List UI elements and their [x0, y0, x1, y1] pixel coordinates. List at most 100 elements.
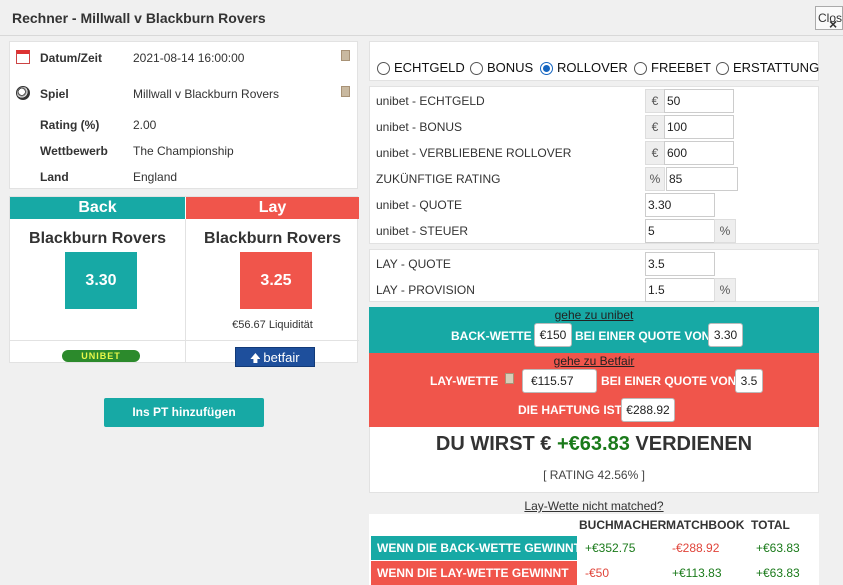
field-label: unibet - QUOTE: [376, 198, 463, 212]
currency-addon: €: [645, 89, 665, 113]
profit-suffix: VERDIENEN: [635, 433, 753, 455]
summary-table: BUCHMACHER MATCHBOOK TOTAL WENN DIE BACK…: [369, 514, 819, 585]
column-header: MATCHBOOK: [666, 518, 745, 532]
profit-result: DU WIRST € +€63.83 VERDIENEN [ RATING 42…: [369, 427, 819, 493]
field-label: unibet - STEUER: [376, 224, 469, 238]
result-rating: [ RATING 42.56% ]: [543, 468, 645, 482]
lay-odds-chip: 3.5: [735, 369, 763, 393]
lay-bet-bar: gehe zu Betfair LAY-WETTE €115.57 BEI EI…: [369, 353, 819, 427]
column-header: TOTAL: [751, 518, 790, 532]
goto-betfair-link[interactable]: gehe zu Betfair: [369, 354, 819, 368]
currency-addon: €: [645, 141, 665, 165]
lay-quote-input[interactable]: 3.5: [645, 252, 715, 276]
calendar-icon: [16, 50, 30, 64]
divider: [10, 340, 359, 341]
info-value: 2021-08-14 16:00:00: [133, 51, 245, 65]
lay-odds-button[interactable]: 3.25: [240, 252, 312, 309]
column-header: BUCHMACHER: [579, 518, 667, 532]
radio-circle[interactable]: [377, 62, 390, 75]
table-row: WENN DIE LAY-WETTE GEWINNT -€50 +€113.83…: [369, 561, 819, 585]
profit-headline: DU WIRST € +€63.83 VERDIENEN: [370, 433, 818, 456]
percent-addon: %: [714, 278, 736, 302]
liability-chip: €288.92: [621, 398, 675, 422]
radio-label: ERSTATTUNG: [733, 60, 820, 75]
row-echtgeld: unibet - ECHTGELD € 50: [370, 88, 818, 114]
total-value: +€63.83: [756, 566, 800, 580]
back-bet-label: BACK-WETTE: [451, 329, 532, 343]
bonus-input[interactable]: 100: [664, 115, 734, 139]
percent-addon: %: [714, 219, 736, 243]
info-key: Spiel: [40, 87, 69, 101]
back-team: Blackburn Rovers: [29, 230, 166, 247]
bookmaker-value: +€352.75: [585, 541, 636, 555]
info-key: Wettbewerb: [40, 144, 108, 158]
betfair-arrow-icon: [250, 353, 261, 363]
matchbook-value: +€113.83: [672, 566, 722, 580]
copy-icon[interactable]: [341, 86, 350, 97]
info-value: England: [133, 170, 178, 184]
mode-selector: ECHTGELD BONUS ROLLOVER FREEBET ERSTATTU…: [369, 41, 819, 81]
back-odds-label: BEI EINER QUOTE VON: [575, 329, 711, 343]
rollover-input[interactable]: 600: [664, 141, 734, 165]
bookmaker-form: unibet - ECHTGELD € 50 unibet - BONUS € …: [369, 86, 819, 244]
echtgeld-input[interactable]: 50: [664, 89, 734, 113]
field-label: unibet - BONUS: [376, 120, 463, 134]
field-label: ZUKÜNFTIGE RATING: [376, 172, 501, 186]
lay-team: Blackburn Rovers: [204, 230, 341, 247]
profit-prefix: DU WIRST €: [435, 433, 552, 455]
back-lay-panel: Back Lay Blackburn Rovers 3.30 Blackburn…: [9, 196, 359, 367]
lay-odds-label: BEI EINER QUOTE VON: [601, 374, 737, 388]
radio-label: FREEBET: [651, 60, 711, 75]
copy-icon[interactable]: [505, 373, 514, 384]
field-label: LAY - QUOTE: [376, 257, 451, 271]
radio-label: ROLLOVER: [557, 60, 628, 75]
info-key: Land: [40, 170, 69, 184]
radio-label: ECHTGELD: [394, 60, 465, 75]
copy-icon[interactable]: [341, 50, 350, 61]
info-row-competition: Wettbewerb The Championship: [10, 139, 357, 165]
info-value: 2.00: [133, 118, 157, 132]
radio-circle[interactable]: [716, 62, 729, 75]
back-odds-button[interactable]: 3.30: [65, 252, 137, 309]
table-row: WENN DIE BACK-WETTE GEWINNT +€352.75 -€2…: [369, 536, 819, 560]
field-label: LAY - PROVISION: [376, 283, 475, 297]
liability-label: DIE HAFTUNG IST: [518, 403, 622, 417]
lay-liquidity: €56.67 Liquidität: [232, 319, 313, 331]
profit-amount: +€63.83: [557, 433, 630, 455]
back-stake-chip: €150: [534, 323, 572, 347]
event-info-panel: Datum/Zeit 2021-08-14 16:00:00 Spiel Mil…: [9, 41, 358, 189]
info-row-rating: Rating (%) 2.00: [10, 113, 357, 139]
title-bar: Rechner - Millwall v Blackburn Rovers Cl…: [0, 0, 843, 36]
tax-input[interactable]: 5: [645, 219, 715, 243]
football-icon: [16, 86, 30, 100]
info-key: Datum/Zeit: [40, 51, 103, 65]
add-to-pt-button[interactable]: Ins PT hinzufügen: [104, 398, 264, 427]
unibet-logo[interactable]: UNIBET: [62, 350, 140, 362]
info-value: Millwall v Blackburn Rovers: [133, 87, 280, 101]
radio-circle-selected[interactable]: [540, 62, 553, 75]
lay-header: Lay: [186, 197, 359, 219]
betfair-logo-text: betfair: [263, 350, 300, 365]
radio-circle[interactable]: [470, 62, 483, 75]
row-tax: unibet - STEUER 5 %: [370, 218, 818, 244]
currency-addon: €: [645, 115, 665, 139]
goto-unibet-link[interactable]: gehe zu unibet: [369, 308, 819, 322]
row-lay-quote: LAY - QUOTE 3.5: [370, 251, 818, 277]
window-title: Rechner - Millwall v Blackburn Rovers: [12, 10, 266, 26]
row-rollover: unibet - VERBLIEBENE ROLLOVER € 600: [370, 140, 818, 166]
lay-commission-input[interactable]: 1.5: [645, 278, 715, 302]
lay-form: LAY - QUOTE 3.5 LAY - PROVISION 1.5 %: [369, 249, 819, 302]
info-key: Rating (%): [40, 118, 100, 132]
radio-label: BONUS: [487, 60, 534, 75]
radio-circle[interactable]: [634, 62, 647, 75]
back-quote-input[interactable]: 3.30: [645, 193, 715, 217]
total-value: +€63.83: [756, 541, 800, 555]
percent-addon: %: [645, 167, 665, 191]
lay-not-matched-link[interactable]: Lay-Wette nicht matched?: [369, 499, 819, 513]
future-rating-input[interactable]: 85: [666, 167, 738, 191]
info-value: The Championship: [133, 144, 234, 158]
field-label: unibet - ECHTGELD: [376, 94, 485, 108]
info-row-country: Land England: [10, 165, 357, 191]
betfair-logo[interactable]: betfair: [235, 347, 315, 367]
close-icon[interactable]: ×: [829, 16, 837, 32]
